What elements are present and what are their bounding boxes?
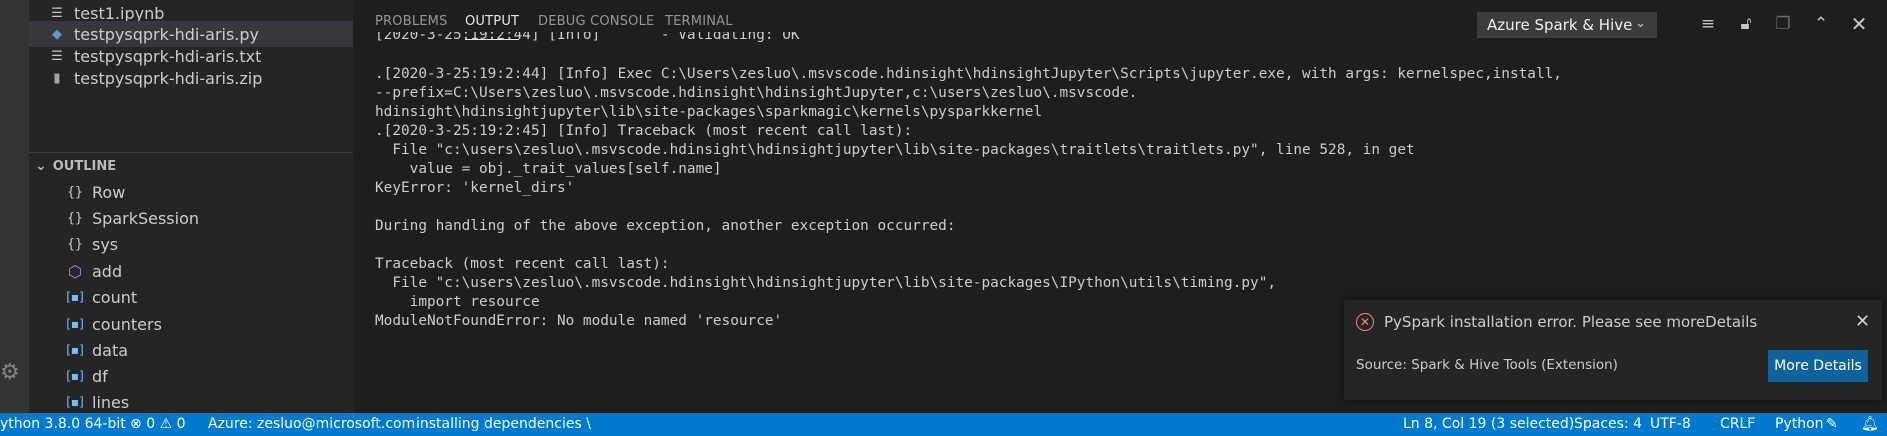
output-line: .[2020-3-25:19:2:44] [Info] Exec C:\User…: [375, 66, 1562, 82]
outline-item[interactable]: ⬡ add: [29, 258, 353, 284]
output-line: File "c:\users\zesluo\.msvscode.hdinsigh…: [375, 275, 1277, 291]
outline-item[interactable]: [▪] counters: [29, 311, 353, 337]
file-name: testpysqprk-hdi-aris.zip: [74, 68, 263, 88]
tab-terminal[interactable]: TERMINAL: [665, 14, 733, 34]
status-bar: ython 3.8.0 64-bit ⊗ 0 ⚠ 0 Azure: zesluo…: [0, 413, 1887, 436]
activity-bar: ⚙: [0, 0, 29, 413]
file-lines-icon: ☰: [51, 48, 63, 64]
chevron-down-icon: ⌄: [35, 158, 47, 174]
tab-output[interactable]: OUTPUT: [465, 14, 520, 40]
variable-icon: [▪]: [66, 369, 84, 383]
task-status: installing dependencies \: [416, 416, 591, 432]
cube-icon: ⬡: [68, 261, 82, 281]
notification-source: Source: Spark & Hive Tools (Extension): [1356, 357, 1618, 373]
azure-account[interactable]: Azure: zesluo@microsoft.com: [208, 416, 415, 432]
error-circle-icon: ⊗: [130, 416, 142, 432]
outline-label: sys: [92, 234, 119, 254]
outline-header[interactable]: ⌄ OUTLINE: [29, 152, 353, 179]
encoding[interactable]: UTF-8: [1650, 416, 1691, 432]
outline-item[interactable]: {} Row: [29, 179, 353, 205]
outline-item[interactable]: [▪] data: [29, 337, 353, 363]
outline-label: Row: [92, 182, 126, 202]
variable-icon: [▪]: [66, 317, 84, 331]
file-name: test1.ipynb: [74, 3, 165, 23]
braces-icon: {}: [67, 184, 83, 200]
outline-label: data: [92, 340, 129, 360]
output-line: File "c:\users\zesluo\.msvscode.hdinsigh…: [375, 142, 1415, 158]
chevron-down-icon: ⌄: [1635, 16, 1646, 31]
error-notification: ✕ PySpark installation error. Please see…: [1344, 300, 1882, 400]
outline-label: df: [92, 366, 108, 386]
output-line: During handling of the above exception, …: [375, 218, 956, 234]
output-line: --prefix=C:\Users\zesluo\.msvscode.hdins…: [375, 85, 1138, 101]
sidebar: ☰ test1.ipynb ◆ testpysqprk-hdi-aris.py …: [29, 0, 353, 413]
warning-count: 0: [176, 416, 186, 432]
zip-file-icon: ▮: [53, 70, 61, 86]
explorer-file-item[interactable]: ▮ testpysqprk-hdi-aris.zip: [29, 65, 353, 91]
feedback-icon[interactable]: ✎: [1826, 416, 1838, 432]
outline-label: lines: [92, 392, 130, 412]
outline-item[interactable]: [▪] count: [29, 284, 353, 310]
output-line: .[2020-3-25:19:2:45] [Info] Traceback (m…: [375, 123, 913, 139]
close-icon[interactable]: ✕: [1855, 311, 1870, 332]
error-icon: ✕: [1356, 313, 1374, 331]
braces-icon: {}: [67, 210, 83, 226]
output-line: hdinsight\hdinsightjupyter\lib\site-pack…: [375, 104, 1043, 120]
indentation[interactable]: Spaces: 4: [1574, 416, 1642, 432]
output-line: import resource: [375, 294, 540, 310]
more-details-button[interactable]: More Details: [1768, 350, 1868, 382]
variable-icon: [▪]: [66, 343, 84, 357]
tab-debug-console[interactable]: DEBUG CONSOLE: [538, 14, 654, 34]
outline-title: OUTLINE: [52, 158, 117, 174]
cursor-position[interactable]: Ln 8, Col 19 (3 selected): [1403, 416, 1574, 432]
problems-indicator[interactable]: ⊗ 0 ⚠ 0: [130, 416, 186, 432]
outline-item[interactable]: [▪] lines: [29, 389, 353, 413]
output-line: ModuleNotFoundError: No module named 're…: [375, 313, 783, 329]
outline-item[interactable]: {} sys: [29, 231, 353, 257]
outline-label: count: [92, 287, 138, 307]
end-of-line[interactable]: CRLF: [1720, 416, 1755, 432]
outline-item[interactable]: {} SparkSession: [29, 205, 353, 231]
python-interpreter[interactable]: ython 3.8.0 64-bit: [0, 416, 126, 432]
notification-message: PySpark installation error. Please see m…: [1384, 313, 1758, 331]
braces-icon: {}: [67, 236, 83, 252]
variable-icon: [▪]: [66, 395, 84, 409]
gear-icon[interactable]: ⚙: [0, 361, 20, 385]
output-line: Traceback (most recent call last):: [375, 256, 670, 272]
output-line: [2020-3-25:19:2:44] [Info] - Validating:…: [375, 32, 800, 43]
python-file-icon: ◆: [52, 26, 62, 42]
output-line: value = obj._trait_values[self.name]: [375, 161, 722, 177]
warning-icon: ⚠: [159, 416, 173, 432]
file-name: testpysqprk-hdi-aris.txt: [74, 46, 262, 66]
outline-label: SparkSession: [92, 208, 200, 228]
file-lines-icon: ☰: [51, 5, 63, 21]
outline-label: counters: [92, 314, 162, 334]
file-name: testpysqprk-hdi-aris.py: [74, 24, 260, 44]
tab-problems[interactable]: PROBLEMS: [375, 14, 448, 34]
variable-icon: [▪]: [66, 290, 84, 304]
notifications-bell-icon[interactable]: 🔔︎: [1861, 416, 1879, 432]
outline-item[interactable]: [▪] df: [29, 363, 353, 389]
output-line: KeyError: 'kernel_dirs': [375, 180, 575, 196]
language-mode[interactable]: Python: [1775, 416, 1824, 432]
error-count: 0: [146, 416, 156, 432]
outline-label: add: [92, 261, 123, 281]
